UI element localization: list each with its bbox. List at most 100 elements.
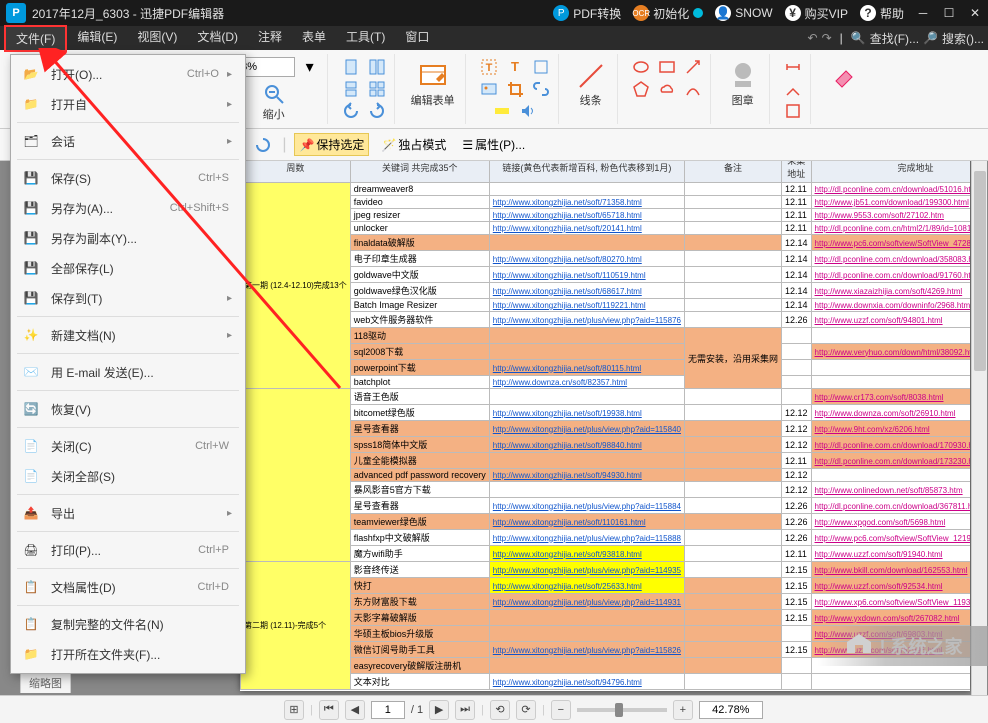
exclusive-mode-button[interactable]: 🪄 独占模式 <box>377 134 450 155</box>
menu-0[interactable]: 文件(F) <box>4 25 67 52</box>
doc-link[interactable]: http://www.xitongzhijia.net/soft/68617.h… <box>493 287 642 296</box>
menu-4[interactable]: 注释 <box>248 25 292 52</box>
menu-save-all[interactable]: 💾全部保存(L) <box>11 253 245 283</box>
doc-link[interactable]: http://www.xitongzhijia.net/soft/25633.h… <box>493 582 642 591</box>
keep-selected-button[interactable]: 📌 保持选定 <box>294 133 369 156</box>
menu-email[interactable]: ✉️用 E-mail 发送(E)... <box>11 357 245 387</box>
rotate-right-icon[interactable] <box>366 100 388 122</box>
menu-save-as[interactable]: 💾另存为(A)...Ctrl+Shift+S <box>11 193 245 223</box>
doc-link[interactable]: http://www.uzzf.com/soft/92534.html <box>815 582 943 591</box>
doc-link[interactable]: http://www.xitongzhijia.net/plus/view.ph… <box>493 566 681 575</box>
menu-3[interactable]: 文档(D) <box>187 25 248 52</box>
eraser-button[interactable] <box>823 56 863 96</box>
rotate-left-icon[interactable] <box>340 100 362 122</box>
menu-save[interactable]: 💾保存(S)Ctrl+S <box>11 163 245 193</box>
scrollbar-thumb[interactable] <box>974 171 986 371</box>
zoom-slider[interactable] <box>577 708 667 712</box>
shape-circle-icon[interactable] <box>630 56 652 78</box>
close-button[interactable]: ✕ <box>962 0 988 26</box>
image-tool-icon[interactable] <box>478 78 500 100</box>
redo-icon[interactable]: ↷ <box>822 31 832 45</box>
doc-link[interactable]: http://dl.pconline.com.cn/download/36781… <box>815 502 970 511</box>
measure-tool-2-icon[interactable] <box>782 78 804 100</box>
doc-link[interactable]: http://www.xitongzhijia.net/soft/80270.h… <box>493 255 642 264</box>
menu-7[interactable]: 窗口 <box>395 25 439 52</box>
find-label[interactable]: 查找(F)... <box>870 30 919 47</box>
doc-link[interactable]: http://www.xitongzhijia.net/soft/110161.… <box>493 518 646 527</box>
highlight-tool-icon[interactable] <box>491 100 513 122</box>
crop-tool-icon[interactable] <box>504 78 526 100</box>
shape-tool-icon[interactable] <box>530 56 552 78</box>
minimize-button[interactable]: ─ <box>910 0 936 26</box>
doc-link[interactable]: http://dl.pconline.com.cn/download/17093… <box>815 441 970 450</box>
next-page-button[interactable]: ▶ <box>429 700 449 720</box>
doc-link[interactable]: http://www.xitongzhijia.net/soft/94796.h… <box>493 678 642 687</box>
undo-icon[interactable]: ↶ <box>808 31 818 45</box>
help-button[interactable]: ? 帮助 <box>860 5 904 22</box>
menu-save-to[interactable]: 💾保存到(T)▸ <box>11 283 245 313</box>
menu-session[interactable]: 🗂会话▸ <box>11 126 245 156</box>
menu-save-copy[interactable]: 💾另存为副本(Y)... <box>11 223 245 253</box>
doc-link[interactable]: http://www.xitongzhijia.net/soft/71358.h… <box>493 198 642 207</box>
stamp-button[interactable]: 图章 <box>723 56 763 112</box>
doc-link[interactable]: http://www.xitongzhijia.net/plus/view.ph… <box>493 316 681 325</box>
doc-link[interactable]: http://dl.pconline.com.cn/html2/1/89/id=… <box>815 224 970 233</box>
doc-link[interactable]: http://dl.pconline.com.cn/download/35808… <box>815 255 970 264</box>
doc-link[interactable]: http://www.onlinedown.net/soft/85873.htm <box>815 486 963 495</box>
shape-line2-icon[interactable] <box>682 78 704 100</box>
doc-link[interactable]: http://www.xitongzhijia.net/soft/119221.… <box>493 301 646 310</box>
menu-open-folders[interactable]: 📁打开所在文件夹(F)... <box>11 639 245 669</box>
pdf-convert-button[interactable]: P PDF转换 <box>553 5 621 22</box>
edit-form-button[interactable]: 编辑表单 <box>407 56 459 112</box>
doc-link[interactable]: http://www.uzzf.com/soft/91940.html <box>815 550 943 559</box>
init-button[interactable]: OCR 初始化 <box>633 5 703 22</box>
last-page-button[interactable]: ⏭ <box>455 700 475 720</box>
doc-link[interactable]: http://www.xitongzhijia.net/soft/110519.… <box>493 271 646 280</box>
doc-link[interactable]: http://dl.pconline.com.cn/download/17323… <box>815 457 970 466</box>
menu-open-from[interactable]: 📁打开自▸ <box>11 89 245 119</box>
layout-icon-2[interactable] <box>366 56 388 78</box>
rotate-icon[interactable] <box>252 134 274 156</box>
line-button[interactable]: 线条 <box>571 56 611 112</box>
measure-tool-icon[interactable] <box>782 56 804 78</box>
nav-back-button[interactable]: ⟲ <box>490 700 510 720</box>
link-tool-icon[interactable] <box>530 78 552 100</box>
doc-link[interactable]: http://www.bkill.com/download/162553.htm… <box>815 566 968 575</box>
doc-link[interactable]: http://www.xitongzhijia.net/plus/view.ph… <box>493 502 681 511</box>
doc-link[interactable]: http://www.xitongzhijia.net/soft/94930.h… <box>493 471 642 480</box>
zoom-value-input[interactable] <box>699 701 763 719</box>
doc-link[interactable]: http://www.pc6.com/softview/SoftView_472… <box>815 239 970 248</box>
shape-poly-icon[interactable] <box>630 78 652 100</box>
shape-arrow-icon[interactable] <box>682 56 704 78</box>
menu-new-doc[interactable]: ✨新建文档(N)▸ <box>11 320 245 350</box>
doc-link[interactable]: http://www.downxia.com/downinfo/2968.htm… <box>815 301 970 310</box>
menu-close-all[interactable]: 📄关闭全部(S) <box>11 461 245 491</box>
doc-link[interactable]: http://www.downza.com/soft/26910.html <box>815 409 956 418</box>
menu-2[interactable]: 视图(V) <box>127 25 187 52</box>
menu-doc-props[interactable]: 📋文档属性(D)Ctrl+D <box>11 572 245 602</box>
doc-link[interactable]: http://www.xitongzhijia.net/soft/93818.h… <box>493 550 642 559</box>
doc-link[interactable]: http://www.xitongzhijia.net/plus/view.ph… <box>493 598 681 607</box>
find-icon[interactable]: 🔍 <box>851 31 866 45</box>
menu-5[interactable]: 表单 <box>292 25 336 52</box>
layout-icon-4[interactable] <box>366 78 388 100</box>
zoom-dropdown-icon[interactable]: ▾ <box>299 56 321 78</box>
doc-link[interactable]: http://www.xitongzhijia.net/soft/98840.h… <box>493 441 642 450</box>
thumbnail-tab[interactable]: 缩略图 <box>20 672 71 693</box>
buy-vip-button[interactable]: ¥ 购买VIP <box>785 5 848 22</box>
doc-link[interactable]: http://www.9ht.com/xz/6206.html <box>815 425 930 434</box>
doc-link[interactable]: http://www.xitongzhijia.net/soft/20141.h… <box>493 224 642 233</box>
doc-link[interactable]: http://www.xp6.com/softview/SoftView_119… <box>815 598 970 607</box>
doc-link[interactable]: http://www.pc6.com/softview/SoftView_121… <box>815 534 970 543</box>
shape-cloud-icon[interactable] <box>656 78 678 100</box>
doc-link[interactable]: http://www.downza.cn/soft/82357.html <box>493 378 627 387</box>
doc-link[interactable]: http://www.cr173.com/soft/8038.html <box>815 393 944 402</box>
menu-recover[interactable]: 🔄恢复(V) <box>11 394 245 424</box>
page-number-input[interactable] <box>371 701 405 719</box>
doc-link[interactable]: http://www.xiazaizhijia.com/soft/4269.ht… <box>815 287 963 296</box>
doc-link[interactable]: http://www.9553.com/soft/27102.htm <box>815 211 944 220</box>
doc-link[interactable]: http://www.xitongzhijia.net/soft/65718.h… <box>493 211 642 220</box>
text-tool-2-icon[interactable]: T <box>504 56 526 78</box>
menu-close[interactable]: 📄关闭(C)Ctrl+W <box>11 431 245 461</box>
zoom-in-sb-button[interactable]: + <box>673 700 693 720</box>
